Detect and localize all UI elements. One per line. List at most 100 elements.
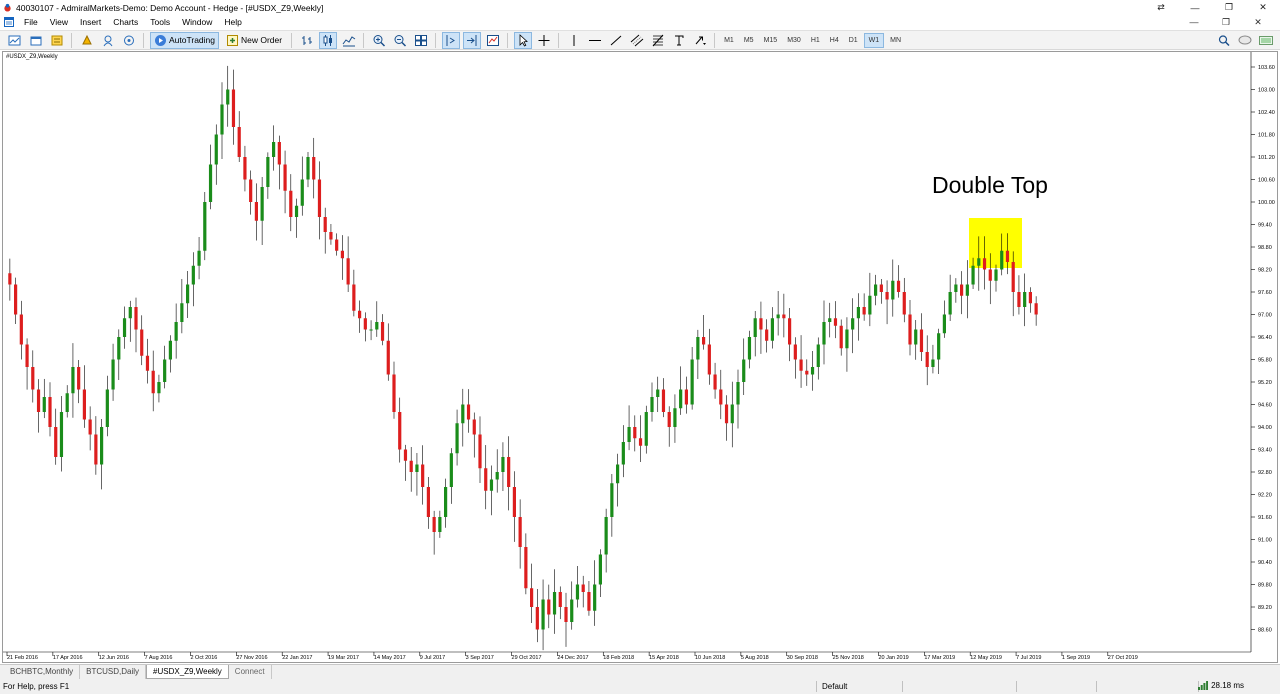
bull-candle: [891, 280, 895, 300]
timeframe-m5[interactable]: M5: [740, 33, 758, 48]
cursor-icon[interactable]: [513, 31, 532, 49]
connection-status[interactable]: 28.18 ms: [1198, 681, 1244, 690]
bear-candle: [1034, 303, 1038, 315]
bear-candle: [421, 464, 425, 487]
menu-help[interactable]: Help: [220, 17, 249, 27]
menu-file[interactable]: File: [20, 17, 46, 27]
restore-button[interactable]: ❐: [1212, 0, 1246, 15]
timeframe-d1[interactable]: D1: [845, 33, 862, 48]
candlestick-icon[interactable]: [318, 31, 337, 49]
bull-candle: [679, 389, 683, 409]
text-tool-icon[interactable]: [670, 32, 688, 49]
menu-insert[interactable]: Insert: [76, 17, 109, 27]
bear-candle: [724, 404, 729, 424]
horizontal-line-icon[interactable]: [586, 32, 604, 49]
tab-btcusd-daily[interactable]: BTCUSD,Daily: [80, 665, 147, 679]
bull-candle: [656, 389, 660, 397]
bull-candle: [627, 427, 631, 442]
minimize-button[interactable]: —: [1178, 0, 1212, 15]
new-order-icon: [227, 34, 238, 46]
timeframe-m1[interactable]: M1: [720, 33, 738, 48]
terminal-icon[interactable]: [99, 32, 117, 49]
profiles-icon[interactable]: [27, 32, 45, 49]
bear-candle: [466, 404, 471, 420]
bear-candle: [788, 318, 792, 345]
crosshair-icon[interactable]: [535, 32, 553, 49]
chart-close-button[interactable]: ✕: [1242, 17, 1274, 28]
timeframe-mn[interactable]: MN: [886, 33, 905, 48]
tab-connect[interactable]: Connect: [229, 665, 272, 679]
timeframe-h1[interactable]: H1: [807, 33, 824, 48]
autotrading-button[interactable]: AutoTrading: [150, 31, 219, 49]
zoom-out-icon[interactable]: [391, 32, 409, 49]
strategy-tester-icon[interactable]: [120, 32, 138, 49]
signals-icon[interactable]: [1257, 32, 1275, 49]
navigator-icon[interactable]: [78, 32, 96, 49]
menu-window[interactable]: Window: [178, 17, 220, 27]
price-chart[interactable]: 103.60 103.00 102.40 101.80 101.20 100.60 100.…: [3, 52, 1277, 662]
chart-minimize-button[interactable]: —: [1178, 17, 1210, 27]
bear-candle: [535, 607, 539, 630]
bear-candle: [432, 517, 436, 532]
bear-candle: [380, 322, 385, 341]
bear-candle: [386, 340, 390, 375]
timeframe-m15[interactable]: M15: [760, 33, 782, 48]
timeframe-h4[interactable]: H4: [826, 33, 843, 48]
timeframe-m30[interactable]: M30: [783, 33, 805, 48]
new-chart-icon[interactable]: [6, 32, 24, 49]
new-order-label: New Order: [241, 35, 283, 45]
vertical-line-icon[interactable]: [565, 32, 583, 49]
chat-icon[interactable]: [1236, 32, 1254, 49]
market-watch-icon[interactable]: [48, 32, 66, 49]
switch-icon[interactable]: ⇄: [1144, 0, 1178, 15]
bull-candle: [203, 202, 207, 251]
bull-candle: [977, 258, 981, 266]
auto-scroll-icon[interactable]: [462, 31, 481, 49]
fibonacci-icon[interactable]: [649, 32, 667, 49]
profile-name[interactable]: Default: [822, 682, 847, 691]
chart-window-icon[interactable]: [4, 17, 14, 27]
menu-tools[interactable]: Tools: [146, 17, 178, 27]
chart-window[interactable]: 103.60 103.00 102.40 101.80 101.20 100.60 100.…: [2, 51, 1278, 663]
zoom-in-icon[interactable]: [370, 32, 388, 49]
bear-candle: [82, 389, 86, 420]
bull-candle: [168, 340, 172, 360]
menu-charts[interactable]: Charts: [109, 17, 146, 27]
search-icon[interactable]: [1215, 32, 1233, 49]
price-label: 94.00: [1258, 425, 1272, 431]
bar-chart-icon[interactable]: [298, 32, 316, 49]
chart-shift-icon[interactable]: [441, 31, 460, 49]
bull-candle: [604, 517, 608, 555]
tab-usdx-weekly[interactable]: #USDX_Z9,Weekly: [146, 665, 229, 679]
bear-candle: [403, 449, 408, 461]
bull-candle: [157, 382, 161, 394]
price-label: 89.20: [1258, 605, 1272, 611]
status-bar: For Help, press F1 Default 28.18 ms: [0, 679, 1280, 694]
bull-candle: [1023, 292, 1027, 307]
line-chart-icon[interactable]: [340, 32, 358, 49]
bull-candle: [100, 427, 104, 465]
tile-windows-icon[interactable]: [412, 32, 430, 49]
bear-candle: [684, 389, 688, 405]
double-top-annotation[interactable]: Double Top: [932, 172, 1048, 198]
time-label: 17 Apr 2016: [53, 655, 83, 661]
tab-bchbtc-monthly[interactable]: BCHBTC,Monthly: [4, 665, 81, 679]
chart-symbol-label: #USDX_Z9,Weekly: [6, 54, 58, 60]
price-label: 99.40: [1258, 223, 1272, 229]
bull-candle: [851, 318, 855, 330]
close-button[interactable]: ✕: [1246, 0, 1280, 15]
bull-candle: [942, 314, 946, 334]
chart-restore-button[interactable]: ❐: [1210, 17, 1242, 28]
bear-candle: [398, 412, 402, 450]
indicators-icon[interactable]: [484, 32, 502, 49]
menu-view[interactable]: View: [46, 17, 76, 27]
timeframe-w1[interactable]: W1: [863, 32, 885, 48]
arrows-icon[interactable]: [691, 32, 709, 49]
trendline-icon[interactable]: [607, 32, 625, 49]
bear-candle: [558, 592, 562, 607]
bull-candle: [994, 269, 998, 281]
equidistant-channel-icon[interactable]: [628, 32, 646, 49]
new-order-button[interactable]: New Order: [223, 32, 285, 49]
bear-candle: [254, 202, 258, 221]
bull-candle: [191, 265, 195, 285]
